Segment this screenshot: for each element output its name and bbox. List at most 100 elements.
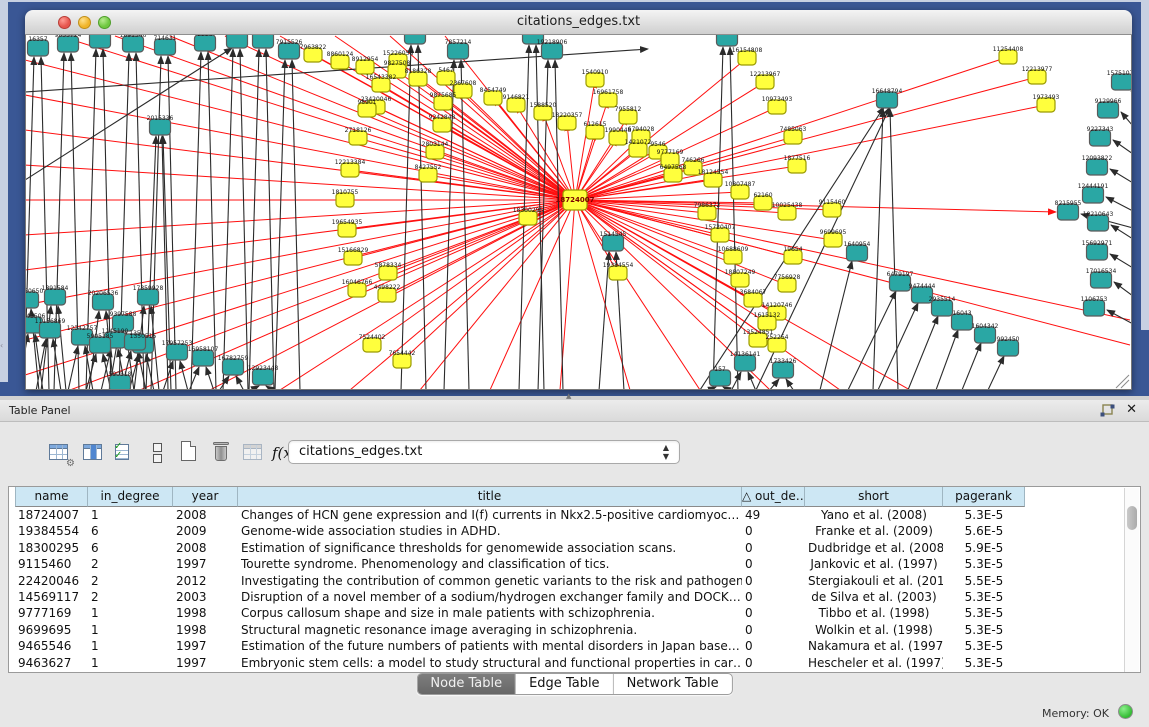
- table-cell: Wolkin et al. (1998): [805, 622, 943, 638]
- table-toolbar: ⚙ ✓✓ f(x): [0, 430, 1149, 476]
- left-splitter-handle-icon[interactable]: ‹: [0, 341, 3, 350]
- splitter-handle-icon[interactable]: ▲: [566, 392, 571, 400]
- node-label: 2015336: [147, 115, 174, 122]
- table-row[interactable]: 1456911722003Disruption of a novel membe…: [9, 589, 1125, 605]
- row-height-icon[interactable]: [145, 440, 171, 466]
- node-label: 746266: [682, 157, 705, 164]
- node-label: 612615: [584, 121, 607, 128]
- node-label: 12093822: [1082, 155, 1113, 162]
- network-window[interactable]: citations_edges.txt 16357905572420691406…: [25, 10, 1132, 390]
- show-columns-icon[interactable]: [81, 440, 107, 466]
- table-cell: 9115460: [15, 556, 88, 572]
- network-table-select[interactable]: citations_edges.txt ▲▼: [288, 440, 680, 464]
- node-label: 590518: [109, 371, 132, 378]
- node-label: 15720407: [705, 224, 736, 231]
- node-label: 16154808: [732, 47, 763, 54]
- node-label: 8427552: [415, 164, 442, 171]
- background-strip: [0, 0, 8, 382]
- table-cell: 1: [88, 507, 173, 523]
- tab-edge-table[interactable]: Edge Table: [516, 674, 613, 694]
- table-cell: 0: [742, 605, 805, 621]
- table-cell: 1997: [173, 638, 238, 654]
- table-row[interactable]: 1938455462009Genome-wide association stu…: [9, 523, 1125, 539]
- table-cell: 1: [88, 622, 173, 638]
- window-title-bar[interactable]: citations_edges.txt: [25, 10, 1132, 35]
- table-cell: Changes of HCN gene expression and I(f) …: [238, 507, 742, 523]
- node-label: 12213384: [335, 159, 366, 166]
- delete-column-icon[interactable]: [209, 440, 235, 466]
- node-label: 135: [129, 330, 141, 337]
- table-row[interactable]: 1872400712008Changes of HCN gene express…: [9, 507, 1125, 523]
- status-bar: Memory: OK: [0, 699, 1149, 727]
- tab-node-table[interactable]: Node Table: [417, 674, 516, 694]
- table-mode-icon[interactable]: ⚙: [47, 440, 73, 466]
- network-canvas[interactable]: 1635790557242069140616913467146312228371…: [25, 35, 1132, 390]
- node-label: 16046766: [342, 279, 373, 286]
- node-label: 16357: [28, 36, 47, 43]
- node-label: 9827508: [384, 60, 411, 67]
- table-row[interactable]: 2242004622012Investigating the contribut…: [9, 573, 1125, 589]
- node-label: 19654935: [332, 219, 363, 226]
- node-label: 20206536: [88, 290, 119, 297]
- table-cell: 0: [742, 638, 805, 654]
- table-cell: 6: [88, 540, 173, 556]
- table-cell: 2: [88, 589, 173, 605]
- table-tab-bar: Node TableEdge TableNetwork Table: [0, 673, 1149, 695]
- node-label: 14136141: [730, 351, 761, 358]
- table-cell: Stergiakouli et al. (2012): [805, 573, 943, 589]
- graph-node-teal[interactable]: [90, 35, 111, 48]
- background-strip: [0, 0, 1149, 2]
- select-columns-icon[interactable]: ✓✓: [113, 440, 139, 466]
- graph-node-teal[interactable]: [405, 35, 426, 44]
- node-label: 9055724: [55, 35, 82, 39]
- node-label: 1514545: [600, 231, 627, 238]
- table-cell: 18724007: [15, 507, 88, 523]
- column-header-pagerank[interactable]: pagerank: [943, 487, 1025, 507]
- table-panel-header: Table Panel ✕: [0, 400, 1149, 422]
- node-label: 9777169: [657, 149, 684, 156]
- table-row[interactable]: 946554611997Estimation of the future num…: [9, 638, 1125, 654]
- node-label: 5467: [438, 67, 453, 74]
- node-label: 9115460: [819, 199, 846, 206]
- table-cell: 22420046: [15, 573, 88, 589]
- node-label: 11156869: [35, 318, 66, 325]
- table-row[interactable]: 1830029562008Estimation of significance …: [9, 540, 1125, 556]
- table-cell: 5.3E-5: [943, 638, 1025, 654]
- vertical-scrollbar[interactable]: [1124, 488, 1139, 672]
- table-row[interactable]: 969969511998Structural magnetic resonanc…: [9, 622, 1125, 638]
- node-label: 16648794: [872, 88, 903, 95]
- node-label: 1877516: [784, 155, 811, 162]
- scrollbar-thumb[interactable]: [1127, 506, 1137, 530]
- table-cell: Disruption of a novel member of a sodium…: [238, 589, 742, 605]
- column-header-name[interactable]: name: [15, 487, 88, 507]
- gear-icon: ⚙: [66, 458, 75, 469]
- table-panel: Table Panel ✕ ⚙ ✓✓: [0, 400, 1149, 727]
- graph-node-teal[interactable]: [253, 35, 274, 48]
- graph-node-teal[interactable]: [227, 35, 248, 48]
- node-label: 1810755: [332, 189, 359, 196]
- column-header-title[interactable]: title: [238, 487, 742, 507]
- node-label: 7963822: [300, 44, 327, 51]
- node-table: namein_degreeyeartitle△ out_de…shortpage…: [8, 486, 1141, 673]
- column-header-in_degree[interactable]: in_degree: [88, 487, 173, 507]
- float-panel-icon[interactable]: [1100, 404, 1115, 418]
- column-header-short[interactable]: short: [805, 487, 943, 507]
- table-cell: Embryonic stem cells: a model to study s…: [238, 655, 742, 671]
- table-row[interactable]: 911546021997Tourette syndrome. Phenomeno…: [9, 556, 1125, 572]
- table-cell: Estimation of the future numbers of pati…: [238, 638, 742, 654]
- table-row[interactable]: 977716911998Corpus callosum shape and si…: [9, 605, 1125, 621]
- graph-node-teal[interactable]: [717, 35, 738, 46]
- node-label: 10973493: [762, 96, 793, 103]
- table-cell: 9463627: [15, 655, 88, 671]
- node-label: 9129966: [1095, 98, 1122, 105]
- import-table-icon-disabled: [241, 440, 267, 466]
- node-label: 16961758: [593, 89, 624, 96]
- table-cell: Estimation of significance thresholds fo…: [238, 540, 742, 556]
- table-cell: 1: [88, 605, 173, 621]
- column-header-out_de[interactable]: △ out_de…: [742, 487, 805, 507]
- new-column-icon[interactable]: [177, 440, 203, 466]
- table-row[interactable]: 946362711997Embryonic stem cells: a mode…: [9, 655, 1125, 671]
- column-header-year[interactable]: year: [173, 487, 238, 507]
- close-panel-icon[interactable]: ✕: [1126, 402, 1137, 417]
- tab-network-table[interactable]: Network Table: [614, 674, 732, 694]
